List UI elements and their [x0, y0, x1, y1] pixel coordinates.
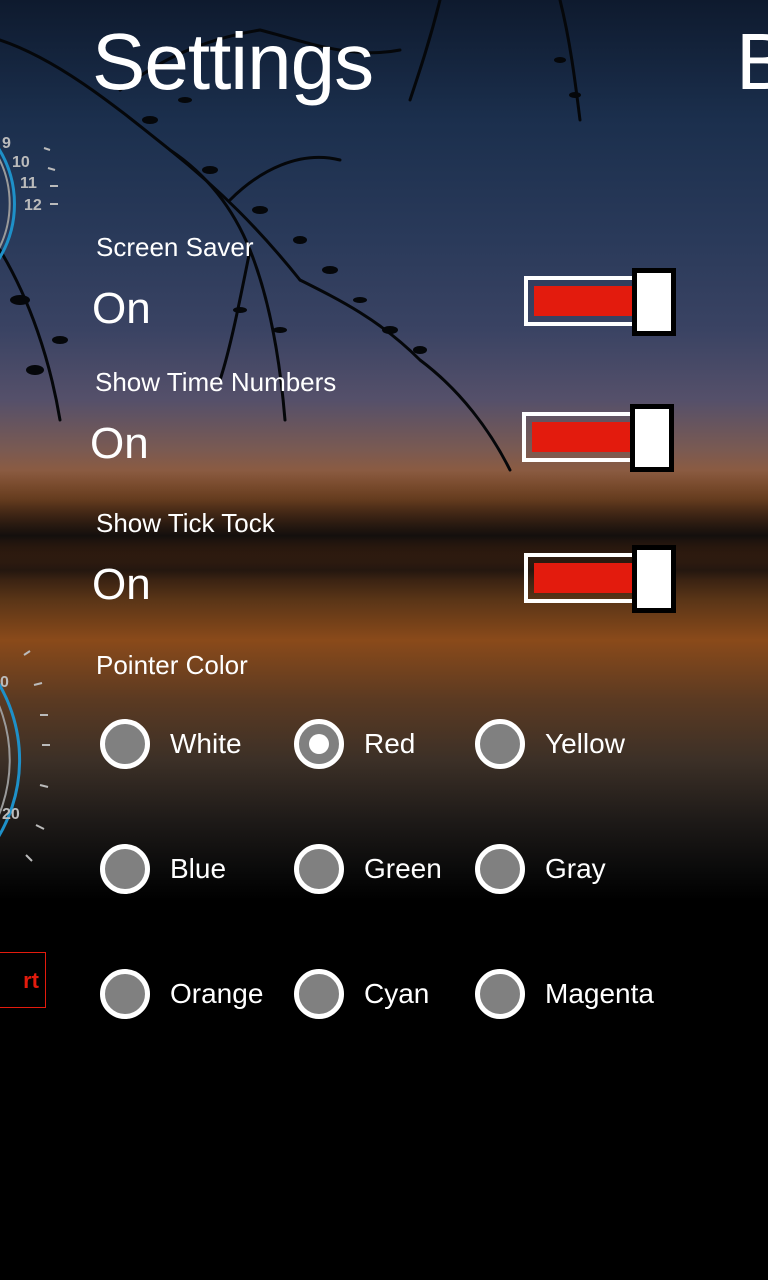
- radio-button[interactable]: [100, 719, 150, 769]
- clock-gauge-top: 9 10 11 12: [0, 135, 58, 260]
- gauge-top-tick-11: 11: [20, 175, 37, 192]
- radio-button-selected[interactable]: [294, 719, 344, 769]
- radio-blue[interactable]: Blue: [100, 841, 226, 897]
- radio-magenta[interactable]: Magenta: [475, 966, 654, 1022]
- radio-green[interactable]: Green: [294, 841, 442, 897]
- pointer-color-label: Pointer Color: [96, 650, 248, 680]
- show-tick-tock-toggle[interactable]: [524, 545, 676, 613]
- screen-saver-toggle[interactable]: [524, 268, 676, 336]
- radio-yellow[interactable]: Yellow: [475, 716, 625, 772]
- radio-button[interactable]: [294, 844, 344, 894]
- gauge-top-tick-12: 12: [24, 197, 42, 214]
- show-time-numbers-toggle[interactable]: [522, 404, 674, 472]
- radio-label-magenta: Magenta: [545, 978, 654, 1009]
- clock-gauge-bottom: 0 20: [0, 650, 50, 862]
- radio-orange[interactable]: Orange: [100, 966, 263, 1022]
- screen-saver-label: Screen Saver: [96, 232, 254, 262]
- radio-button[interactable]: [294, 969, 344, 1019]
- gauge-bottom-tick-20: 20: [2, 806, 20, 823]
- radio-label-red: Red: [364, 728, 416, 759]
- gauge-top-tick-9: 9: [2, 135, 11, 152]
- next-page-title[interactable]: B: [736, 22, 768, 102]
- show-tick-tock-value: On: [92, 560, 151, 609]
- radio-red[interactable]: Red: [294, 716, 415, 772]
- start-button[interactable]: rt: [0, 952, 46, 1008]
- radio-button[interactable]: [475, 844, 525, 894]
- show-time-numbers-value: On: [90, 419, 149, 468]
- radio-label-blue: Blue: [170, 853, 227, 884]
- radio-label-yellow: Yellow: [545, 728, 625, 759]
- radio-label-gray: Gray: [545, 853, 606, 884]
- radio-button[interactable]: [100, 844, 150, 894]
- radio-cyan[interactable]: Cyan: [294, 966, 429, 1022]
- radio-white[interactable]: White: [100, 716, 242, 772]
- radio-button[interactable]: [100, 969, 150, 1019]
- toggle-fill: [532, 422, 636, 452]
- radio-label-white: White: [170, 728, 242, 759]
- screen-saver-value: On: [92, 284, 151, 333]
- toggle-fill: [534, 563, 638, 593]
- gauge-bottom-tick-0: 0: [0, 674, 9, 691]
- radio-button[interactable]: [475, 969, 525, 1019]
- toggle-thumb[interactable]: [632, 268, 676, 336]
- toggle-thumb[interactable]: [632, 545, 676, 613]
- show-time-numbers-label: Show Time Numbers: [95, 367, 337, 397]
- gauge-top-tick-10: 10: [12, 154, 30, 171]
- radio-label-orange: Orange: [170, 978, 264, 1009]
- show-tick-tock-label: Show Tick Tock: [96, 508, 275, 538]
- radio-label-cyan: Cyan: [364, 978, 430, 1009]
- toggle-thumb[interactable]: [630, 404, 674, 472]
- radio-gray[interactable]: Gray: [475, 841, 606, 897]
- radio-label-green: Green: [364, 853, 442, 884]
- toggle-fill: [534, 286, 638, 316]
- radio-button[interactable]: [475, 719, 525, 769]
- page-title: Settings: [92, 17, 374, 106]
